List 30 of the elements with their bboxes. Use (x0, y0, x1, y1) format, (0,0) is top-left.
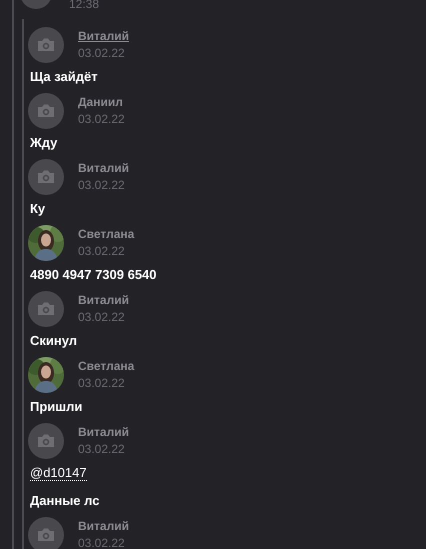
message-text: Данные лс (30, 493, 100, 508)
author-name[interactable]: Светлана (78, 226, 134, 242)
author-name[interactable]: Даниил (78, 94, 123, 110)
message-date: 03.02.22 (78, 177, 126, 194)
camera-avatar-icon (28, 159, 64, 195)
author-name[interactable]: Светлана (78, 358, 134, 374)
message-text: 4890 4947 7309 6540 (30, 267, 157, 282)
camera-avatar-icon (28, 517, 64, 549)
message-date: 03.02.22 (78, 535, 126, 549)
author-name[interactable]: Виталий (78, 518, 129, 534)
message-date: 03.02.22 (78, 45, 126, 62)
message-date: 03.02.22 (78, 309, 126, 326)
mention-link[interactable]: @d10147 (30, 465, 87, 481)
camera-avatar-icon (28, 93, 64, 129)
message-date: 03.02.22 (78, 243, 126, 260)
author-name[interactable]: Виталий (78, 424, 129, 440)
message-text: Ку (30, 201, 46, 216)
camera-avatar-icon (28, 423, 64, 459)
message-date: 03.02.22 (78, 441, 126, 458)
message-text: Ща зайдёт (30, 69, 98, 84)
author-name[interactable]: Виталий (78, 292, 129, 308)
message-text: Пришли (30, 399, 82, 414)
camera-avatar-icon (28, 291, 64, 327)
message-text: Жду (30, 135, 58, 150)
author-name[interactable]: Виталий (78, 160, 129, 176)
camera-avatar-icon (28, 27, 64, 63)
message-date: 03.02.22 (78, 375, 126, 392)
message-text: Скинул (30, 333, 78, 348)
author-name[interactable]: Виталий (78, 28, 129, 44)
message-date: 03.02.22 (78, 111, 125, 128)
